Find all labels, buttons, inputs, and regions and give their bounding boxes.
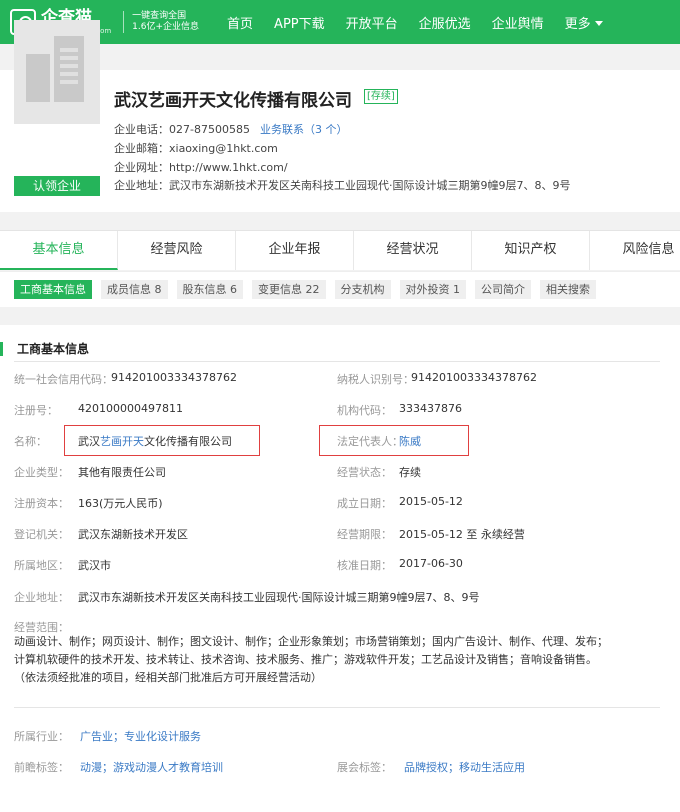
nav-home[interactable]: 首页	[227, 13, 253, 32]
established-value: 2015-05-12	[399, 495, 463, 508]
term-value: 2015-05-12 至 永续经营	[399, 528, 525, 541]
tags-label: 前瞻标签：	[14, 761, 69, 774]
company-name-value: 武汉艺画开天文化传播有限公司	[78, 435, 232, 448]
subtab-investments[interactable]: 对外投资 1	[399, 280, 466, 299]
credit-code-value: 914201003334378762	[111, 371, 237, 384]
type-value: 其他有限责任公司	[78, 466, 166, 479]
nav-open-platform[interactable]: 开放平台	[346, 13, 398, 32]
reg-no-value: 420100000497811	[78, 402, 183, 415]
company-website[interactable]: http://www.1hkt.com/	[169, 161, 288, 174]
industry-label: 所属行业：	[14, 730, 69, 743]
approval-value: 2017-06-30	[399, 557, 463, 570]
org-code-value: 333437876	[399, 402, 462, 415]
business-scope: 动画设计、制作；网页设计、制作；图文设计、制作；企业形象策划；市场营销策划；国内…	[14, 635, 608, 684]
sub-tabs: 工商基本信息 成员信息 8 股东信息 6 变更信息 22 分支机构 对外投资 1…	[0, 271, 680, 307]
brand-slogan: 一键查询全国 1.6亿+企业信息	[123, 11, 199, 33]
company-address-row: 企业地址：武汉市东湖新技术开发区关南科技工业园现代·国际设计城三期第9幢9层7、…	[114, 179, 571, 192]
main-tabs: 基本信息 经营风险 企业年报 经营状况 知识产权 风险信息	[0, 230, 680, 270]
address-label: 企业地址：	[14, 591, 69, 604]
nav-public-opinion[interactable]: 企业舆情	[492, 13, 544, 32]
type-label: 企业类型：	[14, 466, 69, 479]
approval-label: 核准日期：	[337, 559, 392, 572]
claim-company-button[interactable]: 认领企业	[14, 176, 100, 196]
subtab-shareholders[interactable]: 股东信息 6	[176, 280, 243, 299]
tab-operating-risk[interactable]: 经营风险	[118, 231, 236, 270]
tags-links[interactable]: 动漫；游戏动漫人才教育培训	[80, 759, 223, 775]
company-phone: 027-87500585	[169, 123, 250, 136]
expo-label: 展会标签：	[337, 761, 392, 774]
tab-annual-report[interactable]: 企业年报	[236, 231, 354, 270]
address-value: 武汉市东湖新技术开发区关南科技工业园现代·国际设计城三期第9幢9层7、8、9号	[78, 591, 480, 604]
capital-label: 注册资本：	[14, 497, 69, 510]
subtab-members[interactable]: 成员信息 8	[101, 280, 168, 299]
company-email-row: 企业邮箱：xiaoxing@1hkt.com	[114, 142, 278, 155]
subtab-profile[interactable]: 公司简介	[475, 280, 531, 299]
company-website-row: 企业网址：http://www.1hkt.com/	[114, 161, 288, 174]
top-nav: 企查猫 www.qichamao.com 一键查询全国 1.6亿+企业信息 首页…	[0, 0, 680, 44]
expo-links[interactable]: 品牌授权；移动生活应用	[404, 759, 525, 775]
authority-label: 登记机关：	[14, 528, 69, 541]
legal-rep-link[interactable]: 陈威	[399, 433, 421, 449]
tab-risk-info[interactable]: 风险信息	[590, 231, 680, 270]
reg-no-label: 注册号：	[14, 404, 58, 417]
authority-value: 武汉东湖新技术开发区	[78, 528, 188, 541]
business-info-panel: 工商基本信息 统一社会信用代码： 914201003334378762 纳税人识…	[0, 325, 680, 812]
subtab-related-search[interactable]: 相关搜索	[540, 280, 596, 299]
term-label: 经营期限：	[337, 528, 392, 541]
tab-operating-status[interactable]: 经营状况	[354, 231, 472, 270]
subtab-changes[interactable]: 变更信息 22	[252, 280, 326, 299]
company-logo-placeholder	[14, 20, 100, 124]
name-label: 名称：	[14, 435, 47, 448]
main-nav: 首页 APP下载 开放平台 企服优选 企业舆情 更多	[227, 13, 624, 32]
company-name: 武汉艺画开天文化传播有限公司	[114, 91, 352, 111]
org-code-label: 机构代码：	[337, 404, 392, 417]
tab-intellectual-property[interactable]: 知识产权	[472, 231, 590, 270]
status-badge: [存续]	[364, 89, 398, 104]
company-email[interactable]: xiaoxing@1hkt.com	[169, 142, 278, 155]
taxpayer-label: 纳税人识别号：	[337, 373, 414, 386]
op-status-value: 存续	[399, 466, 421, 479]
divider	[14, 707, 660, 708]
legal-rep-label: 法定代表人：	[337, 435, 403, 448]
subtab-branches[interactable]: 分支机构	[334, 280, 391, 299]
capital-value: 163(万元人民币)	[78, 497, 163, 510]
taxpayer-value: 914201003334378762	[411, 371, 537, 384]
business-contact-link[interactable]: 业务联系（3 个）	[260, 123, 348, 136]
credit-code-label: 统一社会信用代码：	[14, 373, 113, 386]
op-status-label: 经营状态：	[337, 466, 392, 479]
building-icon	[26, 54, 50, 102]
established-label: 成立日期：	[337, 497, 392, 510]
tab-basic-info[interactable]: 基本信息	[0, 231, 118, 270]
region-value: 武汉市	[78, 559, 111, 572]
industry-links[interactable]: 广告业；专业化设计服务	[80, 728, 201, 744]
subtab-business-info[interactable]: 工商基本信息	[14, 280, 92, 299]
company-address: 武汉市东湖新技术开发区关南科技工业园现代·国际设计城三期第9幢9层7、8、9号	[169, 179, 571, 192]
region-label: 所属地区：	[14, 559, 69, 572]
nav-more[interactable]: 更多	[565, 13, 603, 32]
nav-app-download[interactable]: APP下载	[274, 13, 325, 32]
section-title: 工商基本信息	[0, 342, 89, 356]
divider	[14, 361, 660, 362]
company-phone-row: 企业电话：027-87500585 业务联系（3 个）	[114, 123, 348, 136]
nav-enterprise-services[interactable]: 企服优选	[419, 13, 471, 32]
